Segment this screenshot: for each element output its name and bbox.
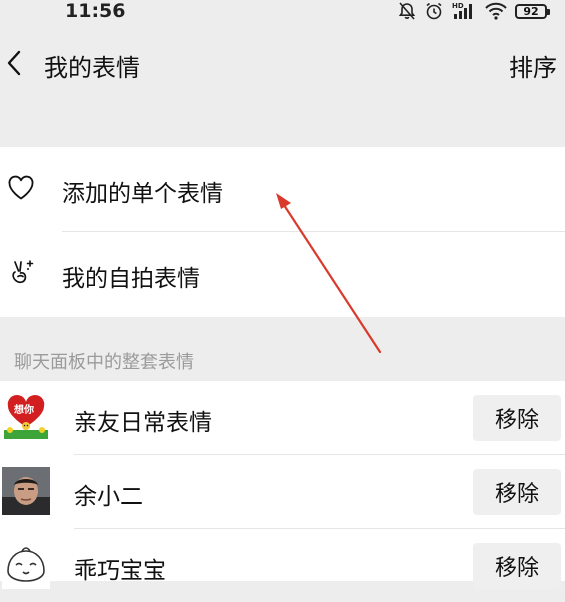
pack-thumbnail: 想你	[2, 393, 50, 441]
option-added-single-emoji[interactable]: 添加的单个表情	[0, 147, 565, 231]
option-my-selfie-emoji[interactable]: 我的自拍表情	[0, 232, 565, 316]
wifi-icon	[485, 2, 507, 20]
page-title: 我的表情	[44, 54, 140, 82]
pack-name: 余小二	[74, 484, 143, 510]
heart-flowers-thumbnail-icon: 想你	[2, 393, 50, 441]
option-label: 我的自拍表情	[62, 266, 200, 292]
signal-hd-icon: HD	[452, 2, 472, 19]
pack-thumbnail	[2, 467, 50, 515]
nav-bar: 我的表情 排序	[0, 26, 565, 101]
status-icons: HD 92	[397, 1, 550, 21]
mute-bell-icon	[398, 2, 416, 20]
back-chevron-icon[interactable]	[4, 50, 26, 76]
remove-button[interactable]: 移除	[473, 395, 561, 441]
list-item[interactable]: 乖巧宝宝 移除	[0, 529, 565, 602]
status-time: 11:56	[65, 0, 126, 22]
alarm-clock-icon	[426, 2, 442, 20]
heart-outline-icon	[8, 175, 34, 200]
status-bar: 11:56 HD 92	[0, 0, 565, 26]
svg-text:HD: HD	[452, 2, 464, 10]
pack-name: 乖巧宝宝	[74, 558, 166, 584]
cute-baby-thumbnail-icon	[2, 541, 50, 589]
list-item[interactable]: 余小二 移除	[0, 455, 565, 528]
victory-hand-sparkle-icon	[12, 260, 34, 284]
emoji-options-card: 添加的单个表情 我的自拍表情	[0, 147, 565, 317]
pack-name: 亲友日常表情	[74, 410, 212, 436]
pack-thumbnail	[2, 541, 50, 589]
option-label: 添加的单个表情	[62, 181, 223, 207]
remove-button[interactable]: 移除	[473, 543, 561, 589]
sort-button[interactable]: 排序	[509, 48, 557, 83]
thumb-text: 想你	[13, 403, 34, 416]
emoji-pack-list: 想你 亲友日常表情 移除 余小二 移除 乖巧宝宝 移除	[0, 381, 565, 589]
battery-indicator: 92	[515, 3, 550, 19]
remove-button[interactable]: 移除	[473, 469, 561, 515]
section-label: 聊天面板中的整套表情	[14, 352, 194, 373]
person-photo-thumbnail-icon	[2, 467, 50, 515]
list-item[interactable]: 想你 亲友日常表情 移除	[0, 381, 565, 454]
